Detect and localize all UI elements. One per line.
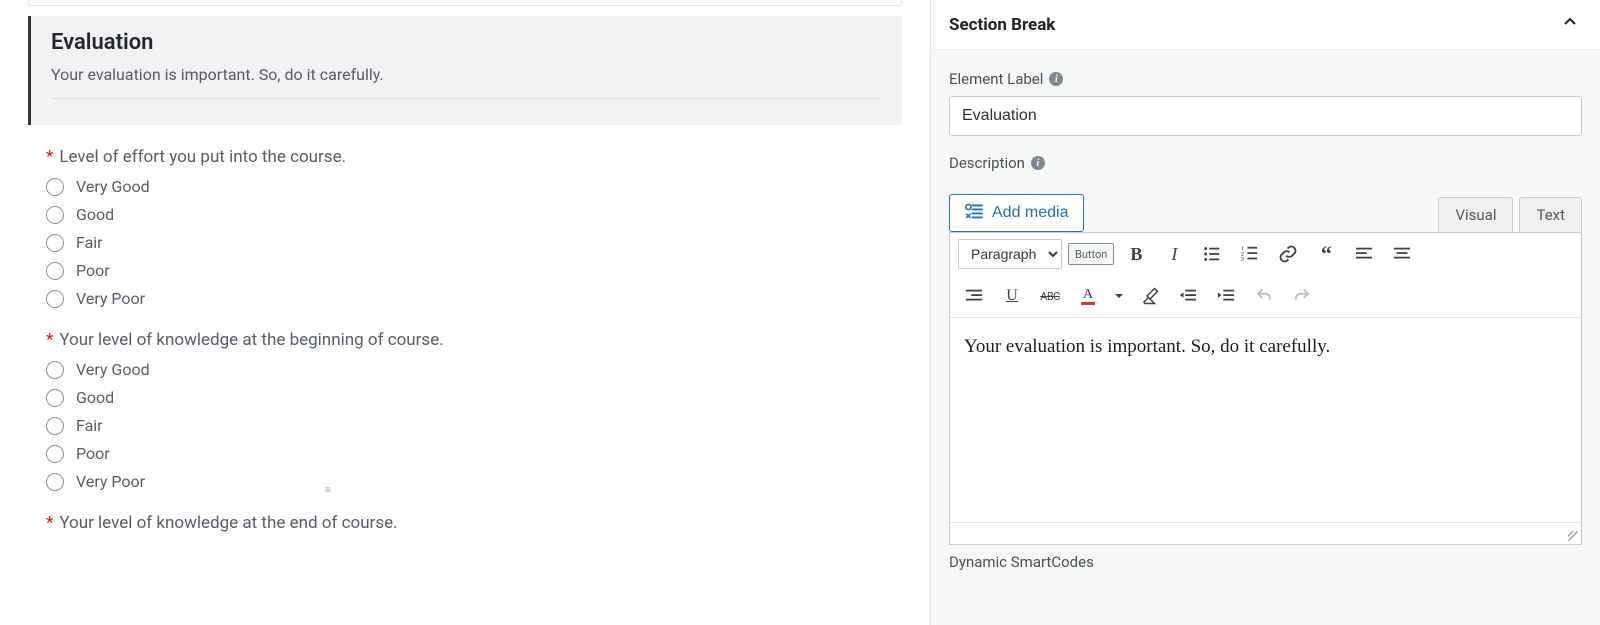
radio-group: Very Good Good Fair Poor Very Poor <box>46 177 930 308</box>
strikethrough-icon[interactable]: ABC <box>1034 281 1066 311</box>
radio-option[interactable]: Poor <box>46 444 930 463</box>
section-break-preview[interactable]: Evaluation Your evaluation is important.… <box>28 16 902 125</box>
radio-option[interactable]: Fair <box>46 416 930 435</box>
align-right-icon[interactable] <box>958 281 990 311</box>
radio-label: Very Good <box>76 360 150 379</box>
required-asterisk: * <box>46 147 53 167</box>
radio-icon[interactable] <box>46 389 64 407</box>
radio-label: Poor <box>76 444 110 463</box>
editor-tabs-row: Add media Visual Text <box>949 194 1582 232</box>
panel-header[interactable]: Section Break <box>931 0 1600 50</box>
clear-formatting-icon[interactable] <box>1134 281 1166 311</box>
numbered-list-icon[interactable]: 123 <box>1234 239 1266 269</box>
align-left-icon[interactable] <box>1348 239 1380 269</box>
question-block[interactable]: * Level of effort you put into the course… <box>46 147 930 308</box>
element-label-input[interactable] <box>949 96 1582 136</box>
section-description: Your evaluation is important. So, do it … <box>51 65 882 84</box>
radio-icon[interactable] <box>46 262 64 280</box>
radio-icon[interactable] <box>46 234 64 252</box>
indent-icon[interactable] <box>1210 281 1242 311</box>
radio-label: Good <box>76 388 114 407</box>
wysiwyg-editor: Paragraph Button B I 123 “ <box>949 232 1582 545</box>
radio-label: Fair <box>76 233 103 252</box>
question-label-text: Your level of knowledge at the beginning… <box>59 330 443 350</box>
radio-option[interactable]: Good <box>46 388 930 407</box>
element-label-caption: Element Label i <box>949 70 1582 88</box>
info-icon[interactable]: i <box>1031 156 1045 170</box>
text-color-dropdown-icon[interactable] <box>1110 281 1128 311</box>
panel-body: Element Label i Description i Add media <box>931 50 1600 625</box>
radio-icon[interactable] <box>46 473 64 491</box>
outdent-icon[interactable] <box>1172 281 1204 311</box>
radio-icon[interactable] <box>46 361 64 379</box>
radio-option[interactable]: Good <box>46 205 930 224</box>
media-icon <box>964 203 984 224</box>
required-asterisk: * <box>46 330 53 350</box>
radio-icon[interactable] <box>46 417 64 435</box>
radio-label: Very Good <box>76 177 150 196</box>
question-label: * Your level of knowledge at the beginnin… <box>46 330 930 350</box>
dynamic-smartcodes-label[interactable]: Dynamic SmartCodes <box>949 553 1582 571</box>
radio-option[interactable]: Fair <box>46 233 930 252</box>
description-caption: Description i <box>949 154 1582 172</box>
section-divider <box>51 98 882 99</box>
inspector-pane: Section Break Element Label i Descriptio… <box>930 0 1600 625</box>
required-asterisk: * <box>46 513 53 533</box>
radio-icon[interactable] <box>46 178 64 196</box>
radio-icon[interactable] <box>46 445 64 463</box>
svg-text:3: 3 <box>1241 257 1244 263</box>
description-editor[interactable]: Your evaluation is important. So, do it … <box>950 318 1581 522</box>
radio-option[interactable]: Very Good <box>46 360 930 379</box>
radio-label: Poor <box>76 261 110 280</box>
radio-option[interactable]: Very Poor <box>46 472 930 491</box>
radio-label: Very Poor <box>76 472 145 491</box>
tab-text[interactable]: Text <box>1519 197 1582 232</box>
align-center-icon[interactable] <box>1386 239 1418 269</box>
text-color-icon[interactable]: A <box>1072 281 1104 311</box>
question-label: * Level of effort you put into the course… <box>46 147 930 167</box>
underline-icon[interactable]: U <box>996 281 1028 311</box>
question-block[interactable]: * Your level of knowledge at the beginnin… <box>46 330 930 491</box>
add-media-button[interactable]: Add media <box>949 194 1084 232</box>
radio-icon[interactable] <box>46 290 64 308</box>
panel-title: Section Break <box>949 15 1055 35</box>
radio-option[interactable]: Very Poor <box>46 289 930 308</box>
radio-group: Very Good Good Fair Poor Very Poor <box>46 360 930 491</box>
radio-option[interactable]: Very Good <box>46 177 930 196</box>
link-icon[interactable] <box>1272 239 1304 269</box>
bulleted-list-icon[interactable] <box>1196 239 1228 269</box>
radio-label: Fair <box>76 416 103 435</box>
italic-icon[interactable]: I <box>1158 239 1190 269</box>
bold-icon[interactable]: B <box>1120 239 1152 269</box>
blockquote-icon[interactable]: “ <box>1310 239 1342 269</box>
redo-icon[interactable] <box>1286 281 1318 311</box>
question-block[interactable]: * Your level of knowledge at the end of c… <box>46 513 930 533</box>
question-label-text: Your level of knowledge at the end of co… <box>59 513 397 533</box>
format-select[interactable]: Paragraph <box>958 239 1062 269</box>
radio-icon[interactable] <box>46 206 64 224</box>
collapse-icon[interactable] <box>1562 14 1578 35</box>
resize-grip-icon: ≡ <box>325 485 333 496</box>
tab-visual[interactable]: Visual <box>1438 197 1513 232</box>
question-label: * Your level of knowledge at the end of c… <box>46 513 930 533</box>
info-icon[interactable]: i <box>1049 72 1063 86</box>
insert-button-pill[interactable]: Button <box>1068 243 1114 265</box>
previous-element-sliver <box>28 0 902 6</box>
radio-label: Good <box>76 205 114 224</box>
section-title: Evaluation <box>51 30 882 55</box>
radio-label: Very Poor <box>76 289 145 308</box>
form-preview-pane: Evaluation Your evaluation is important.… <box>0 0 930 625</box>
question-label-text: Level of effort you put into the course. <box>59 147 346 167</box>
editor-statusbar[interactable] <box>950 522 1581 544</box>
radio-option[interactable]: Poor <box>46 261 930 280</box>
undo-icon[interactable] <box>1248 281 1280 311</box>
editor-toolbar: Paragraph Button B I 123 “ <box>950 233 1581 318</box>
